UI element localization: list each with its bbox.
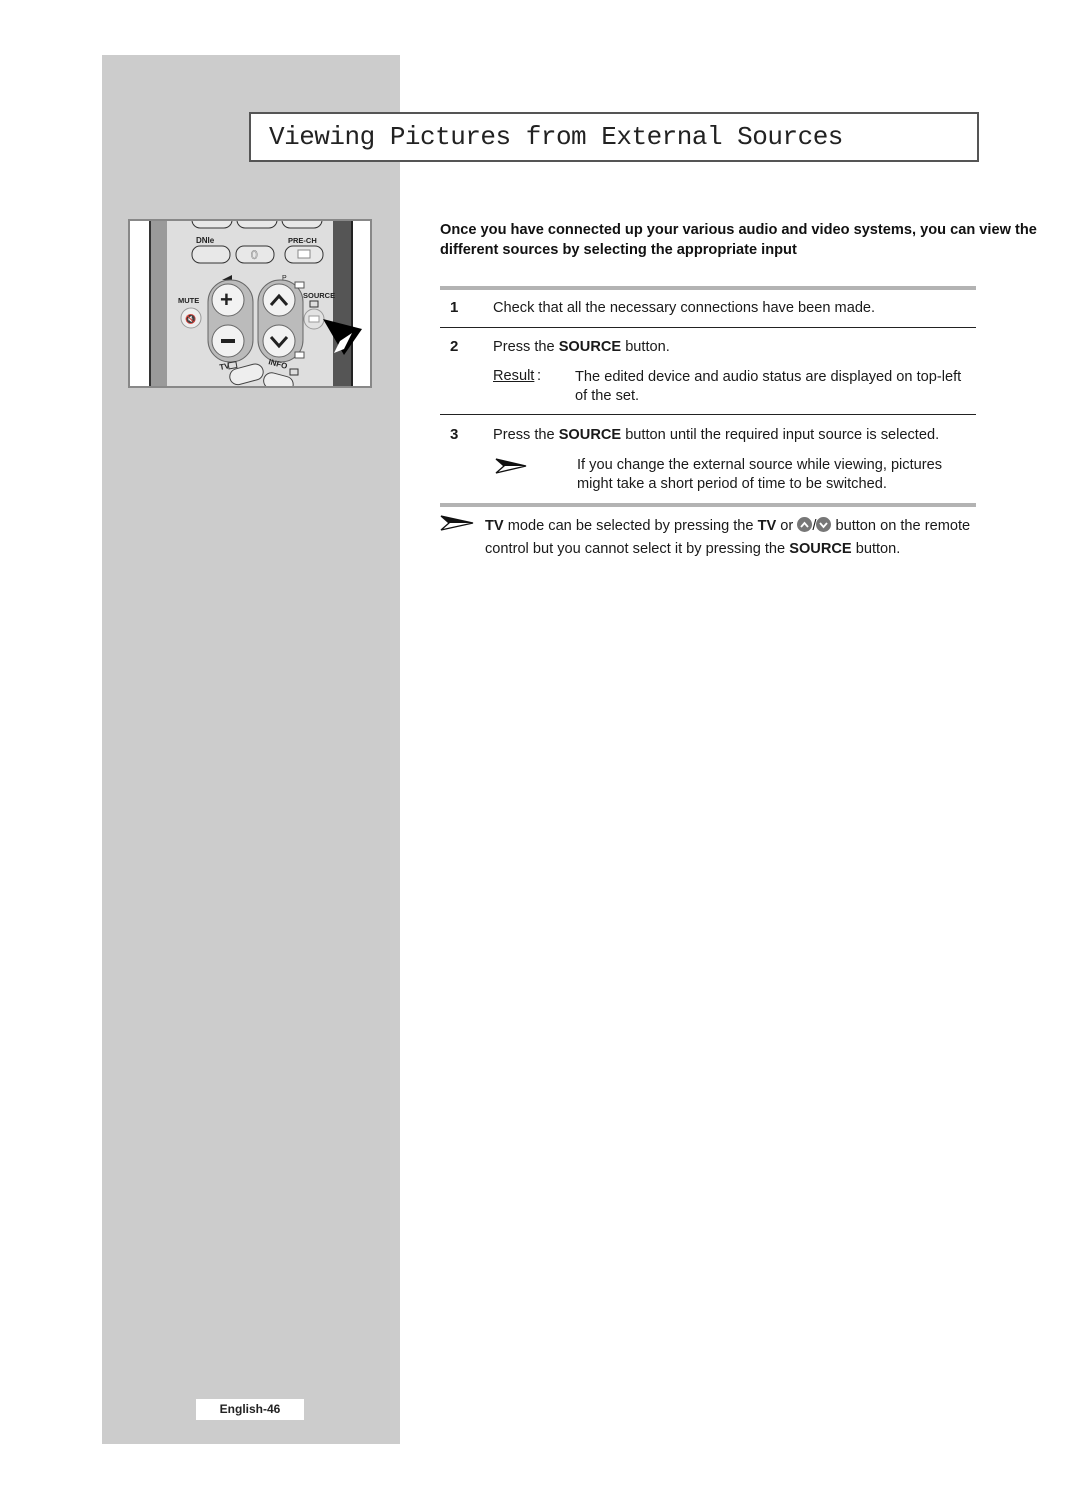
result-text: The edited device and audio status are d… [575, 369, 962, 404]
svg-text:MUTE: MUTE [178, 296, 199, 305]
tip-text: TV mode can be selected by pressing the … [485, 517, 971, 557]
svg-text:0: 0 [251, 248, 258, 262]
tip-arrow-icon [440, 515, 474, 531]
step-3-text: Press the SOURCE button until the requir… [493, 427, 940, 443]
page-title-box: Viewing Pictures from External Sources [249, 112, 979, 162]
channel-down-icon [816, 517, 832, 532]
svg-text:+: + [220, 287, 233, 312]
button-label-prech: PRE-CH [288, 236, 317, 245]
svg-text:🔇: 🔇 [185, 313, 196, 324]
page-title: Viewing Pictures from External Sources [269, 122, 843, 152]
source-keyword: SOURCE [558, 339, 622, 355]
divider-step-2 [440, 414, 976, 415]
step-1-number: 1 [450, 299, 459, 316]
result-label: Result [493, 368, 535, 384]
step-1-text: Check that all the necessary connections… [493, 300, 876, 316]
step-3-note: If you change the external source while … [577, 457, 943, 492]
result-colon: : [537, 368, 542, 384]
divider-step-1 [440, 327, 976, 328]
intro-text: Once you have connected up your various … [440, 222, 1037, 258]
button-label-dnie: DNIe [196, 236, 215, 245]
step-2-text: Press the SOURCE button. [493, 339, 670, 355]
step-3-number: 3 [450, 426, 459, 443]
remote-control-image: DNIe PRE-CH 0 P MUTE 🔇 + SOURCE TV INFO [128, 219, 372, 388]
note-arrow-icon [495, 458, 527, 474]
divider-top [440, 286, 976, 290]
page-number: English-46 [196, 1399, 304, 1420]
source-keyword: SOURCE [558, 427, 622, 443]
step-2-number: 2 [450, 338, 459, 355]
channel-up-icon [797, 517, 813, 532]
svg-text:SOURCE: SOURCE [303, 291, 335, 300]
divider-bottom [440, 503, 976, 507]
